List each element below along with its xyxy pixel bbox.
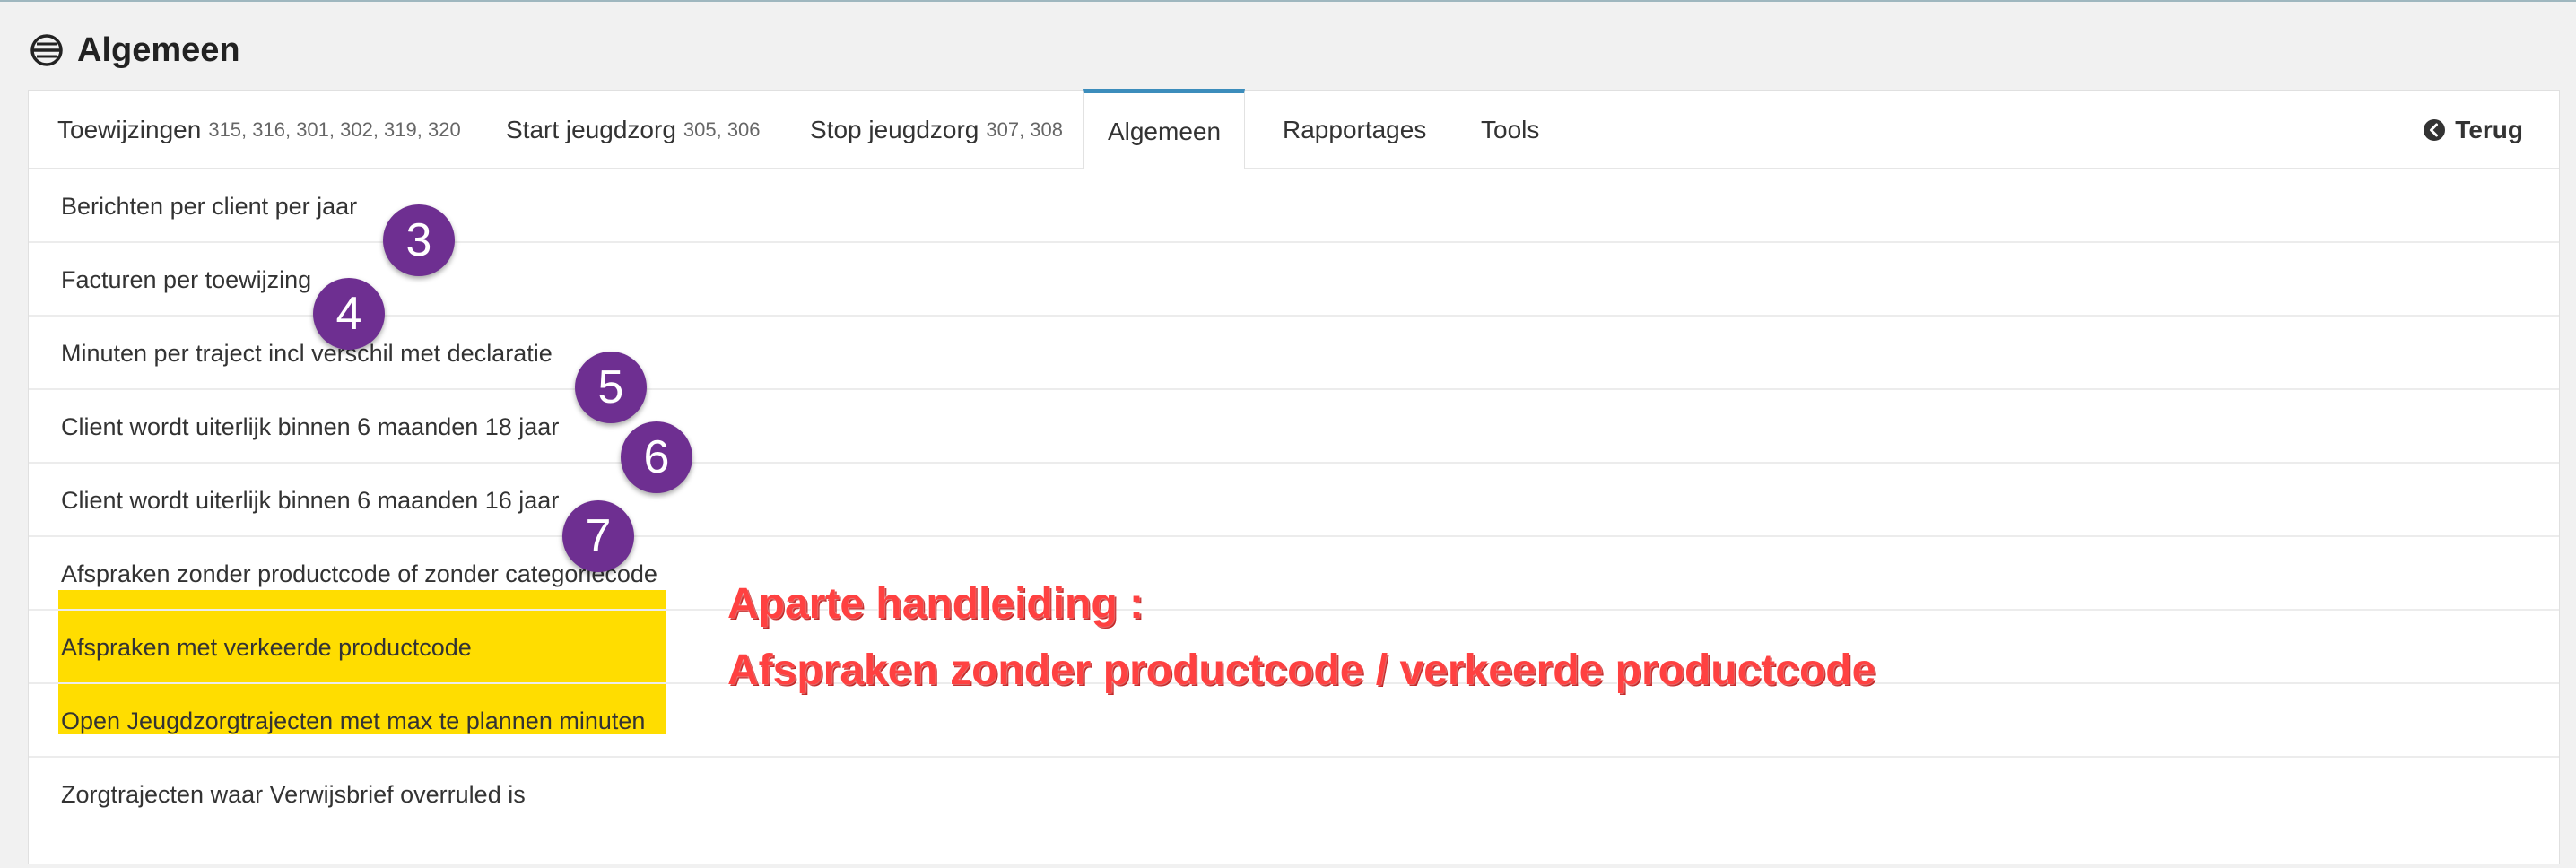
report-link[interactable]: Minuten per traject incl verschil met de…: [61, 317, 553, 390]
list-item: Afspraken zonder productcode of zonder c…: [29, 537, 2559, 611]
tab-toewijzingen[interactable]: Toewijzingen 315, 316, 301, 302, 319, 32…: [57, 91, 461, 169]
report-link[interactable]: Open Jeugdzorgtrajecten met max te plann…: [61, 684, 645, 758]
tab-tools[interactable]: Tools: [1481, 91, 1539, 169]
back-button[interactable]: Terug: [2423, 91, 2523, 169]
tab-label: Tools: [1481, 116, 1540, 143]
step-badge: 4: [313, 278, 385, 350]
report-link[interactable]: Afspraken met verkeerde productcode: [61, 611, 472, 684]
page-header: Algemeen: [27, 23, 240, 77]
tab-label: Stop jeugdzorg: [810, 116, 979, 143]
tab-stop-jeugdzorg[interactable]: Stop jeugdzorg 307, 308: [810, 91, 1063, 169]
tab-label: Toewijzingen: [57, 116, 202, 143]
arrow-left-circle-icon: [2423, 118, 2446, 142]
report-link[interactable]: Client wordt uiterlijk binnen 6 maanden …: [61, 390, 559, 464]
page-title: Algemeen: [77, 30, 240, 69]
step-badge: 3: [383, 204, 455, 276]
tab-algemeen[interactable]: Algemeen: [1083, 89, 1245, 169]
algemeen-icon: [27, 30, 66, 70]
tab-rapportages[interactable]: Rapportages: [1283, 91, 1426, 169]
report-link[interactable]: Zorgtrajecten waar Verwijsbrief overrule…: [61, 758, 526, 831]
tab-label: Algemeen: [1107, 117, 1222, 145]
tab-start-jeugdzorg[interactable]: Start jeugdzorg 305, 306: [506, 91, 761, 169]
step-badge: 6: [621, 421, 692, 493]
tab-label: Rapportages: [1283, 116, 1427, 143]
annotation-subtitle: Afspraken zonder productcode / verkeerde…: [727, 647, 1876, 694]
report-link[interactable]: Client wordt uiterlijk binnen 6 maanden …: [61, 464, 559, 537]
report-link[interactable]: Facturen per toewijzing: [61, 243, 311, 317]
top-border: [0, 0, 2576, 2]
list-item: Zorgtrajecten waar Verwijsbrief overrule…: [29, 758, 2559, 831]
step-badge: 5: [575, 352, 647, 423]
tab-codes: 305, 306: [683, 118, 761, 141]
tab-codes: 307, 308: [986, 118, 1063, 141]
annotation-title: Aparte handleiding :: [727, 580, 1144, 628]
list-item: Client wordt uiterlijk binnen 6 maanden …: [29, 464, 2559, 537]
list-item: Minuten per traject incl verschil met de…: [29, 317, 2559, 390]
tab-codes: 315, 316, 301, 302, 319, 320: [208, 118, 461, 141]
tab-label: Start jeugdzorg: [506, 116, 676, 143]
list-item: Open Jeugdzorgtrajecten met max te plann…: [29, 684, 2559, 758]
report-link[interactable]: Berichten per client per jaar: [61, 169, 357, 243]
list-item: Client wordt uiterlijk binnen 6 maanden …: [29, 390, 2559, 464]
tab-bar: Toewijzingen 315, 316, 301, 302, 319, 32…: [29, 89, 2559, 169]
step-badge: 7: [562, 500, 634, 572]
back-label: Terug: [2455, 116, 2523, 143]
